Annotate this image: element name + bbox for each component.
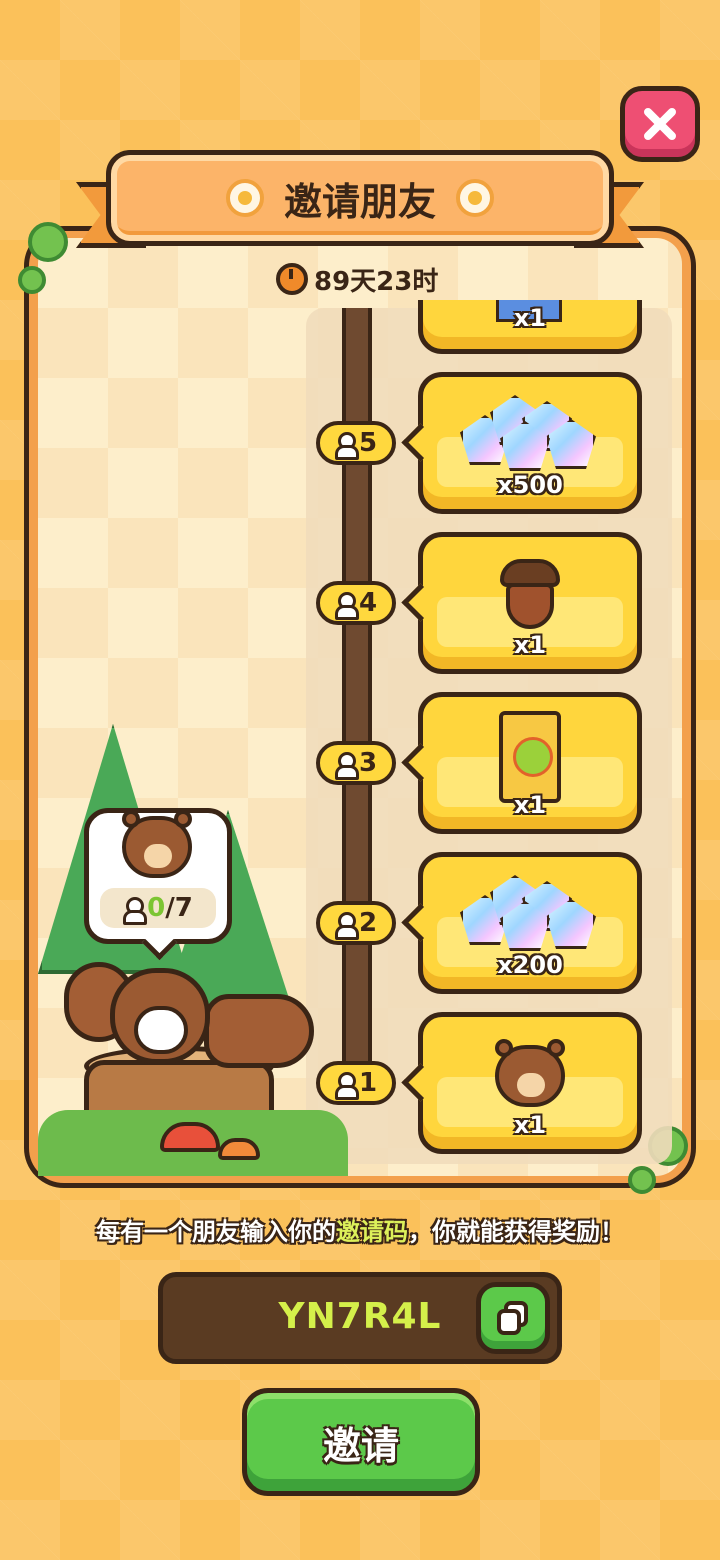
progress-current: 0	[147, 893, 166, 923]
tier-number: 1	[358, 1068, 378, 1098]
reward-card-partial: x1	[418, 300, 642, 354]
reward-qty: x200	[497, 951, 563, 979]
reward-qty: x1	[513, 631, 547, 659]
reward-card[interactable]: x1	[418, 1012, 642, 1154]
squirrel-icon	[122, 810, 192, 878]
invite-button[interactable]: 邀请	[242, 1388, 480, 1496]
info-highlight: 邀请码	[336, 1218, 408, 1246]
clover-decoration	[28, 222, 68, 262]
flower-icon	[456, 179, 494, 217]
mascot-face	[134, 1006, 188, 1054]
acorn-icon	[500, 559, 560, 629]
copy-button[interactable]	[476, 1282, 550, 1354]
gems-icon	[460, 871, 600, 951]
friend-icon	[123, 897, 148, 925]
event-timer: 89天23时	[276, 258, 438, 300]
squirrel-icon	[495, 1039, 565, 1107]
tier-number: 3	[358, 748, 378, 778]
close-icon	[644, 108, 676, 140]
mascot-tail	[204, 994, 314, 1068]
friend-icon	[334, 432, 359, 460]
invite-code: YN7R4L	[278, 1296, 442, 1337]
tier-number: 4	[358, 588, 378, 618]
tier-badge: 3	[316, 741, 396, 785]
tier-number: 5	[358, 428, 378, 458]
reward-card[interactable]: x1	[418, 532, 642, 674]
tier-number: 2	[358, 908, 378, 938]
info-prefix: 每有一个朋友输入你的	[96, 1218, 336, 1246]
copy-icon	[497, 1301, 528, 1335]
tier-badge: 1	[316, 1061, 396, 1105]
clock-icon	[276, 263, 308, 295]
tier-badge: 2	[316, 901, 396, 945]
tier-badge: 4	[316, 581, 396, 625]
reward-qty: x1	[513, 1111, 547, 1139]
friend-icon	[334, 1072, 359, 1100]
friend-icon	[334, 752, 359, 780]
reward-qty: x500	[497, 471, 563, 499]
timer-text: 89天23时	[314, 266, 439, 297]
reward-card[interactable]: x500	[418, 372, 642, 514]
tier-badge: 5	[316, 421, 396, 465]
info-suffix: ，你就能获得奖励！	[408, 1218, 624, 1246]
progress-total: /7	[165, 893, 193, 923]
reward-qty: x1	[513, 304, 547, 332]
reward-card[interactable]: x1	[418, 692, 642, 834]
friend-icon	[334, 592, 359, 620]
page-title: 邀请朋友	[283, 179, 436, 224]
close-button[interactable]	[620, 86, 700, 162]
gems-icon	[460, 391, 600, 471]
seed-pack-icon	[499, 711, 561, 803]
title-banner: 邀请朋友	[106, 150, 614, 246]
invite-info: 每有一个朋友输入你的邀请码，你就能获得奖励！	[0, 1212, 720, 1247]
mushroom-icon	[218, 1138, 260, 1160]
friend-progress: 0/7	[100, 888, 216, 928]
reward-qty: x1	[513, 791, 547, 819]
friend-icon	[334, 912, 359, 940]
flower-icon	[225, 179, 264, 217]
clover-decoration	[18, 266, 46, 294]
clover-decoration	[628, 1166, 656, 1194]
reward-card[interactable]: x200	[418, 852, 642, 994]
